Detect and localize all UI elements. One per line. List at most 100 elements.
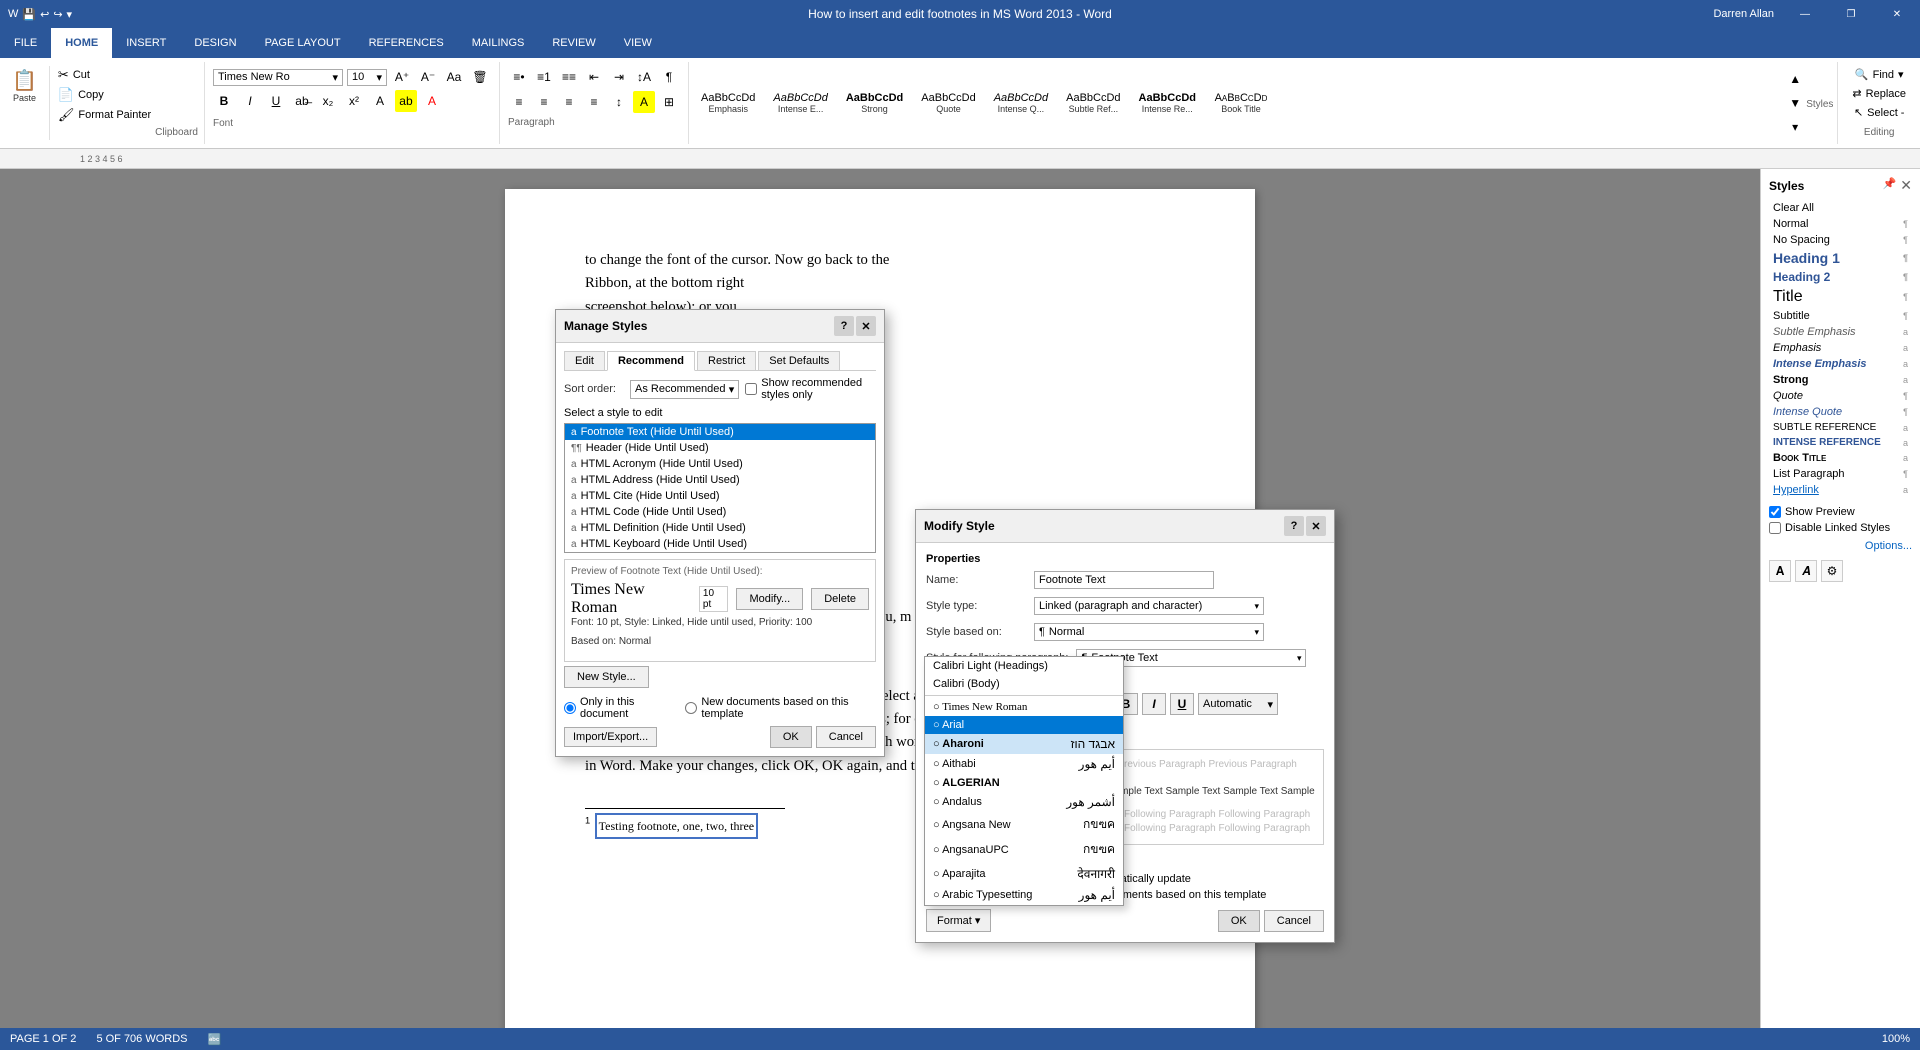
style-intense-e[interactable]: AaBbCcDd Intense E... xyxy=(765,90,835,116)
format-painter-button[interactable]: 🖌 Format Painter xyxy=(54,106,155,124)
styles-panel-emphasis[interactable]: Emphasis a xyxy=(1769,340,1912,356)
word-icon[interactable]: W xyxy=(8,8,18,20)
copy-button[interactable]: 📄 Copy xyxy=(54,86,155,104)
new-style-btn-dialog[interactable]: New Style... xyxy=(564,666,649,688)
italic-button[interactable]: I xyxy=(239,90,261,112)
name-input[interactable] xyxy=(1034,571,1214,589)
styles-panel-options-link[interactable]: Options... xyxy=(1769,538,1912,552)
find-button[interactable]: 🔍 Find ▾ xyxy=(1849,66,1910,83)
quick-dropdown-btn[interactable]: ▾ xyxy=(67,8,73,21)
style-strong[interactable]: AaBbCcDd Strong xyxy=(838,90,911,116)
multilevel-list-button[interactable]: ≡≡ xyxy=(558,66,580,88)
styles-panel-subtle-ref[interactable]: Subtle Reference a xyxy=(1769,420,1912,435)
styles-panel-no-spacing[interactable]: No Spacing ¶ xyxy=(1769,232,1912,248)
disable-linked-checkbox[interactable] xyxy=(1769,522,1781,534)
text-effect-button[interactable]: A xyxy=(369,90,391,112)
font-item-andalus[interactable]: ○ Andalus أشمر هور xyxy=(925,792,1123,812)
style-intense-re[interactable]: AaBbCcDd Intense Re... xyxy=(1131,90,1204,116)
styles-list-item-footnote[interactable]: a Footnote Text (Hide Until Used) xyxy=(565,424,875,440)
grow-font-button[interactable]: A⁺ xyxy=(391,66,413,88)
border-button[interactable]: ⊞ xyxy=(658,91,680,113)
change-case-button[interactable]: Aa xyxy=(443,66,465,88)
font-dropdown[interactable]: Calibri Light (Headings) Calibri (Body) … xyxy=(924,656,1124,906)
styles-panel-normal[interactable]: Normal ¶ xyxy=(1769,216,1912,232)
font-item-calibri-light[interactable]: Calibri Light (Headings) xyxy=(925,657,1123,675)
font-item-angsana-new[interactable]: ○ Angsana New กขฃค xyxy=(925,812,1123,837)
styles-panel-hyperlink[interactable]: Hyperlink a xyxy=(1769,482,1912,498)
style-emphasis[interactable]: AaBbCcDd Emphasis xyxy=(693,90,763,116)
font-item-calibri-body[interactable]: Calibri (Body) xyxy=(925,675,1123,693)
font-item-aharoni[interactable]: ○ Aharoni אבגד הוז xyxy=(925,734,1123,754)
bold-button[interactable]: B xyxy=(213,90,235,112)
fmt-color-btn[interactable]: Automatic ▾ xyxy=(1198,693,1278,715)
styles-list-item-html-address[interactable]: a HTML Address (Hide Until Used) xyxy=(565,472,875,488)
styles-panel-book-title[interactable]: Book Title a xyxy=(1769,450,1912,466)
styles-panel-clear-all[interactable]: Clear All xyxy=(1769,200,1912,216)
delete-btn[interactable]: Delete xyxy=(811,588,869,610)
styles-list-item-header[interactable]: ¶¶ Header (Hide Until Used) xyxy=(565,440,875,456)
justify-button[interactable]: ≡ xyxy=(583,91,605,113)
style-inspector-btn[interactable]: 𝑨 xyxy=(1795,560,1817,582)
decrease-indent-button[interactable]: ⇤ xyxy=(583,66,605,88)
new-style-btn[interactable]: 𝐀 xyxy=(1769,560,1791,582)
style-subtle-ref[interactable]: AaBbCcDd Subtle Ref... xyxy=(1058,90,1128,116)
styles-list-item-html-preformatted[interactable]: a HTML Preformatted (Hide Until Used) xyxy=(565,552,875,553)
font-size-select[interactable]: 10 ▾ xyxy=(347,69,387,86)
styles-panel-quote[interactable]: Quote ¶ xyxy=(1769,388,1912,404)
tab-mailings[interactable]: MAILINGS xyxy=(458,28,539,58)
align-left-button[interactable]: ≡ xyxy=(508,91,530,113)
fmt-italic-btn[interactable]: I xyxy=(1142,693,1166,715)
cut-button[interactable]: ✂ Cut xyxy=(54,66,155,84)
tab-file[interactable]: FILE xyxy=(0,28,51,58)
style-book-title[interactable]: AaBbCcDd Book Title xyxy=(1206,90,1276,116)
restore-btn[interactable]: ❐ xyxy=(1828,0,1874,28)
underline-button[interactable]: U xyxy=(265,90,287,112)
manage-tab-edit[interactable]: Edit xyxy=(564,351,605,370)
font-item-aithabi[interactable]: ○ Aithabi أيم هور xyxy=(925,754,1123,774)
paste-button[interactable]: 📋 Paste xyxy=(6,66,43,105)
font-item-arabic-typesetting[interactable]: ○ Arabic Typesetting أيم هور xyxy=(925,885,1123,905)
styles-scroll-up-btn[interactable]: ▲ xyxy=(1784,68,1806,90)
font-item-aparajita[interactable]: ○ Aparajita देवनागरी xyxy=(925,862,1123,885)
styles-list-item-html-acronym[interactable]: a HTML Acronym (Hide Until Used) xyxy=(565,456,875,472)
replace-button[interactable]: ⇄ Replace xyxy=(1846,85,1912,102)
numbering-button[interactable]: ≡1 xyxy=(533,66,555,88)
tab-review[interactable]: REVIEW xyxy=(538,28,609,58)
tab-insert[interactable]: INSERT xyxy=(112,28,180,58)
radio-new-docs[interactable]: New documents based on this template xyxy=(685,696,876,720)
show-recommended-checkbox[interactable] xyxy=(745,383,757,395)
styles-list-item-html-code[interactable]: a HTML Code (Hide Until Used) xyxy=(565,504,875,520)
show-preview-checkbox[interactable] xyxy=(1769,506,1781,518)
style-intense-q[interactable]: AaBbCcDd Intense Q... xyxy=(986,90,1056,116)
manage-styles-help-btn[interactable]: ? xyxy=(834,316,854,336)
radio-only-doc-input[interactable] xyxy=(564,702,576,714)
import-export-btn[interactable]: Import/Export... xyxy=(564,727,657,747)
shading-button[interactable]: A xyxy=(633,91,655,113)
manage-styles-cancel-btn[interactable]: Cancel xyxy=(816,726,876,748)
align-right-button[interactable]: ≡ xyxy=(558,91,580,113)
select-button[interactable]: ↖ Select - xyxy=(1848,104,1911,121)
manage-tab-set-defaults[interactable]: Set Defaults xyxy=(758,351,840,370)
manage-styles-dialog[interactable]: Manage Styles ? ✕ Edit Recommend Restric… xyxy=(555,309,885,757)
sort-button[interactable]: ↕A xyxy=(633,66,655,88)
tab-view[interactable]: VIEW xyxy=(610,28,666,58)
styles-list-item-html-cite[interactable]: a HTML Cite (Hide Until Used) xyxy=(565,488,875,504)
subscript-button[interactable]: x₂ xyxy=(317,90,339,112)
shrink-font-button[interactable]: A⁻ xyxy=(417,66,439,88)
styles-panel-title[interactable]: Title ¶ xyxy=(1769,286,1912,308)
fmt-underline-btn[interactable]: U xyxy=(1170,693,1194,715)
styles-list-item-html-keyboard[interactable]: a HTML Keyboard (Hide Until Used) xyxy=(565,536,875,552)
modify-ok-btn[interactable]: OK xyxy=(1218,910,1260,932)
tab-home[interactable]: HOME xyxy=(51,28,112,58)
styles-scroll-down-btn[interactable]: ▼ xyxy=(1784,92,1806,114)
format-dropdown-btn[interactable]: Format ▾ xyxy=(926,909,991,932)
manage-styles-ok-btn[interactable]: OK xyxy=(770,726,812,748)
style-quote[interactable]: AaBbCcDd Quote xyxy=(913,90,983,116)
strikethrough-button[interactable]: ab̶ xyxy=(291,90,313,112)
styles-panel-list-para[interactable]: List Paragraph ¶ xyxy=(1769,466,1912,482)
styles-panel-strong[interactable]: Strong a xyxy=(1769,372,1912,388)
show-formatting-button[interactable]: ¶ xyxy=(658,66,680,88)
tab-page-layout[interactable]: PAGE LAYOUT xyxy=(251,28,355,58)
styles-panel-close-btn[interactable]: ✕ xyxy=(1900,177,1912,194)
font-name-select[interactable]: Times New Ro ▾ xyxy=(213,69,343,86)
